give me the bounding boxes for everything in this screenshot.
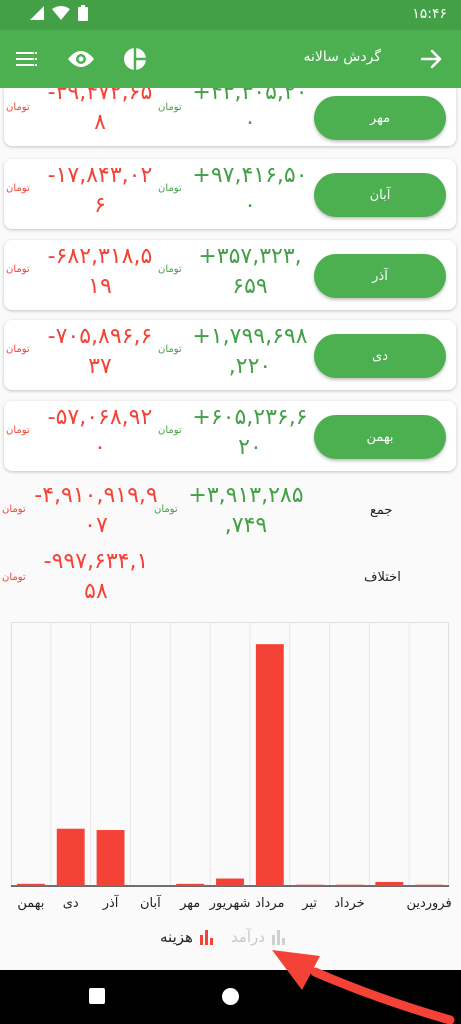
month-button[interactable]: بهمن — [314, 415, 446, 459]
chart-x-tick-label: مرداد — [255, 896, 285, 911]
back-arrow-icon[interactable] — [417, 44, 447, 74]
month-expense-unit: تومان — [6, 344, 30, 355]
diff-expense-unit: تومان — [2, 572, 26, 583]
recents-button[interactable] — [89, 988, 105, 1004]
screen: ۱۵:۴۶ گردش سالانه مهر +۴۳,۳۰۵,۲۰ ۰ تومان -۳… — [0, 0, 461, 1024]
chart-bar — [335, 884, 364, 886]
chart-x-tick-label: دی — [62, 896, 79, 911]
month-expense-unit: تومان — [6, 264, 30, 275]
signal-icon — [30, 6, 44, 20]
month-button[interactable]: آذر — [314, 254, 446, 298]
chart-x-tick-label: مهر — [180, 896, 201, 911]
month-card[interactable]: مهر +۴۳,۳۰۵,۲۰ ۰ تومان -۳۹,۴۷۲,۶۵ ۸ تومان — [4, 88, 456, 146]
sum-label: جمع — [370, 503, 393, 518]
diff-expense: -۹۹۷,۶۳۴,۱ ۵۸ — [43, 549, 149, 604]
month-income: +۶۰۵,۲۳۶,۶ ۲۰ — [192, 405, 308, 460]
expense-bar-chart — [11, 622, 449, 888]
page-title: گردش سالانه — [303, 49, 381, 65]
sum-expense-unit: تومان — [2, 504, 26, 515]
bar-chart-icon-expense — [199, 930, 213, 945]
chart-bar — [96, 830, 125, 886]
chart-x-labels: فروردین خرداد تیر مرداد شهریور مهر آبان آذر دی به… — [11, 896, 452, 918]
menu-icon[interactable] — [12, 44, 42, 74]
month-card[interactable]: بهمن +۶۰۵,۲۳۶,۶ ۲۰ تومان -۵۷,۰۶۸,۹۲ ۰ تومان — [4, 401, 456, 471]
month-expense: -۷۰۵,۸۹۶,۶ ۳۷ — [47, 324, 153, 379]
chart-bar — [295, 884, 324, 886]
month-income: +۴۳,۳۰۵,۲۰ ۰ — [192, 88, 308, 135]
month-expense-unit: تومان — [6, 102, 30, 113]
home-button[interactable] — [222, 988, 239, 1005]
chart-bar — [255, 644, 284, 886]
chart-x-tick-label: فروردین — [406, 896, 452, 911]
chart-svg — [11, 622, 449, 887]
month-expense-unit: تومان — [6, 183, 30, 194]
wifi-icon — [52, 6, 70, 20]
status-time: ۱۵:۴۶ — [412, 6, 447, 22]
month-expense-unit: تومان — [6, 425, 30, 436]
chart-x-tick-label: تیر — [302, 896, 317, 911]
pie-chart-icon[interactable] — [120, 44, 150, 74]
chart-bar — [375, 881, 404, 886]
month-income: +۳۵۷,۳۲۳, ۶۵۹ — [198, 244, 302, 299]
chart-x-tick-label: آذر — [102, 896, 119, 911]
month-button[interactable]: آبان — [314, 173, 446, 217]
month-button[interactable]: دی — [314, 334, 446, 378]
month-income: +۱,۷۹۹,۶۹۸ ,۲۲۰ — [192, 324, 308, 379]
legend-income[interactable]: درآمد — [231, 928, 287, 946]
month-expense: -۵۷,۰۶۸,۹۲ ۰ — [47, 405, 153, 460]
month-card[interactable]: دی +۱,۷۹۹,۶۹۸ ,۲۲۰ تومان -۷۰۵,۸۹۶,۶ ۳۷ تومان — [4, 320, 456, 390]
month-button[interactable]: مهر — [314, 96, 446, 140]
status-bar: ۱۵:۴۶ — [0, 0, 461, 30]
status-icons — [30, 5, 88, 21]
chart-x-tick-label: شهریور — [209, 896, 251, 911]
month-expense: -۱۷,۸۴۳,۰۲ ۶ — [47, 163, 153, 218]
chart-bar — [216, 878, 244, 886]
sum-expense: -۴,۹۱۰,۹۱۹,۹ ۰۷ — [34, 483, 158, 538]
chart-bar — [16, 883, 45, 886]
month-expense: -۶۸۲,۳۱۸,۵ ۱۹ — [47, 244, 153, 299]
chart-bar — [415, 884, 444, 886]
sum-income: +۳,۹۱۳,۲۸۵ ,۷۴۹ — [188, 483, 304, 538]
month-income: +۹۷,۴۱۶,۵۰ ۰ — [192, 163, 308, 218]
chart-x-tick-label: آبان — [139, 896, 161, 911]
chart-bar — [136, 884, 165, 886]
chart-legend: هزینه درآمد — [160, 928, 287, 946]
app-bar: گردش سالانه — [0, 30, 461, 88]
month-expense: -۳۹,۴۷۲,۶۵ ۸ — [47, 88, 153, 135]
battery-icon — [78, 5, 88, 21]
system-nav-bar — [0, 970, 461, 1024]
chart-x-tick-label: خرداد — [334, 896, 365, 911]
bar-chart-icon-income — [271, 930, 285, 945]
legend-expense[interactable]: هزینه — [160, 928, 215, 946]
eye-icon[interactable] — [66, 44, 96, 74]
diff-label: اختلاف — [364, 570, 401, 585]
chart-x-tick-label: بهمن — [17, 896, 45, 911]
chart-bar — [176, 883, 205, 886]
month-card[interactable]: آذر +۳۵۷,۳۲۳, ۶۵۹ تومان -۶۸۲,۳۱۸,۵ ۱۹ تومان — [4, 240, 456, 310]
month-card[interactable]: آبان +۹۷,۴۱۶,۵۰ ۰ تومان -۱۷,۸۴۳,۰۲ ۶ تومان — [4, 159, 456, 229]
chart-bar — [56, 828, 85, 886]
